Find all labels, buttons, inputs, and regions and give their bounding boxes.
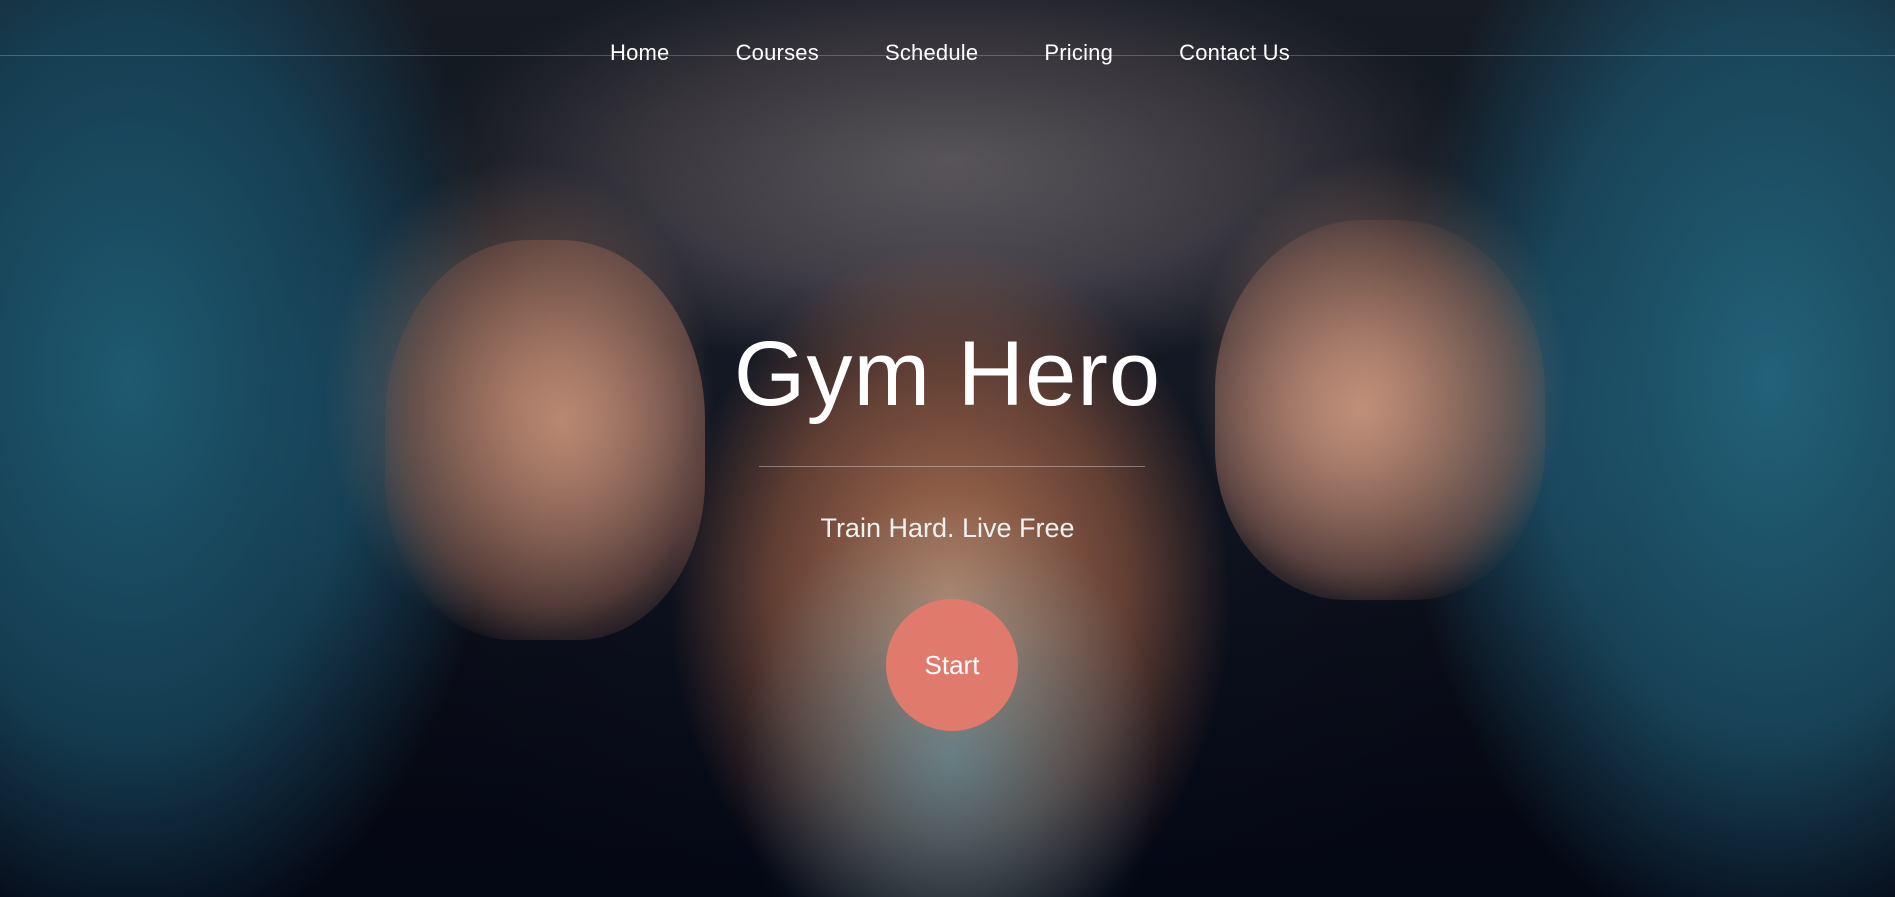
hero-tagline: Train Hard. Live Free: [820, 513, 1075, 543]
title-divider: [759, 466, 1145, 467]
main-nav: Home Courses Schedule Pricing Contact Us: [570, 38, 1330, 68]
nav-link-courses[interactable]: Courses: [736, 40, 819, 66]
nav-link-home[interactable]: Home: [610, 40, 670, 66]
start-button[interactable]: Start: [886, 599, 1018, 731]
nav-link-contact-us[interactable]: Contact Us: [1179, 40, 1290, 66]
hero-section: Home Courses Schedule Pricing Contact Us…: [0, 0, 1895, 897]
hero-title: Gym Hero: [733, 323, 1162, 425]
nav-link-pricing[interactable]: Pricing: [1044, 40, 1113, 66]
nav-link-schedule[interactable]: Schedule: [885, 40, 978, 66]
background-photo-overlay: [0, 0, 1895, 897]
